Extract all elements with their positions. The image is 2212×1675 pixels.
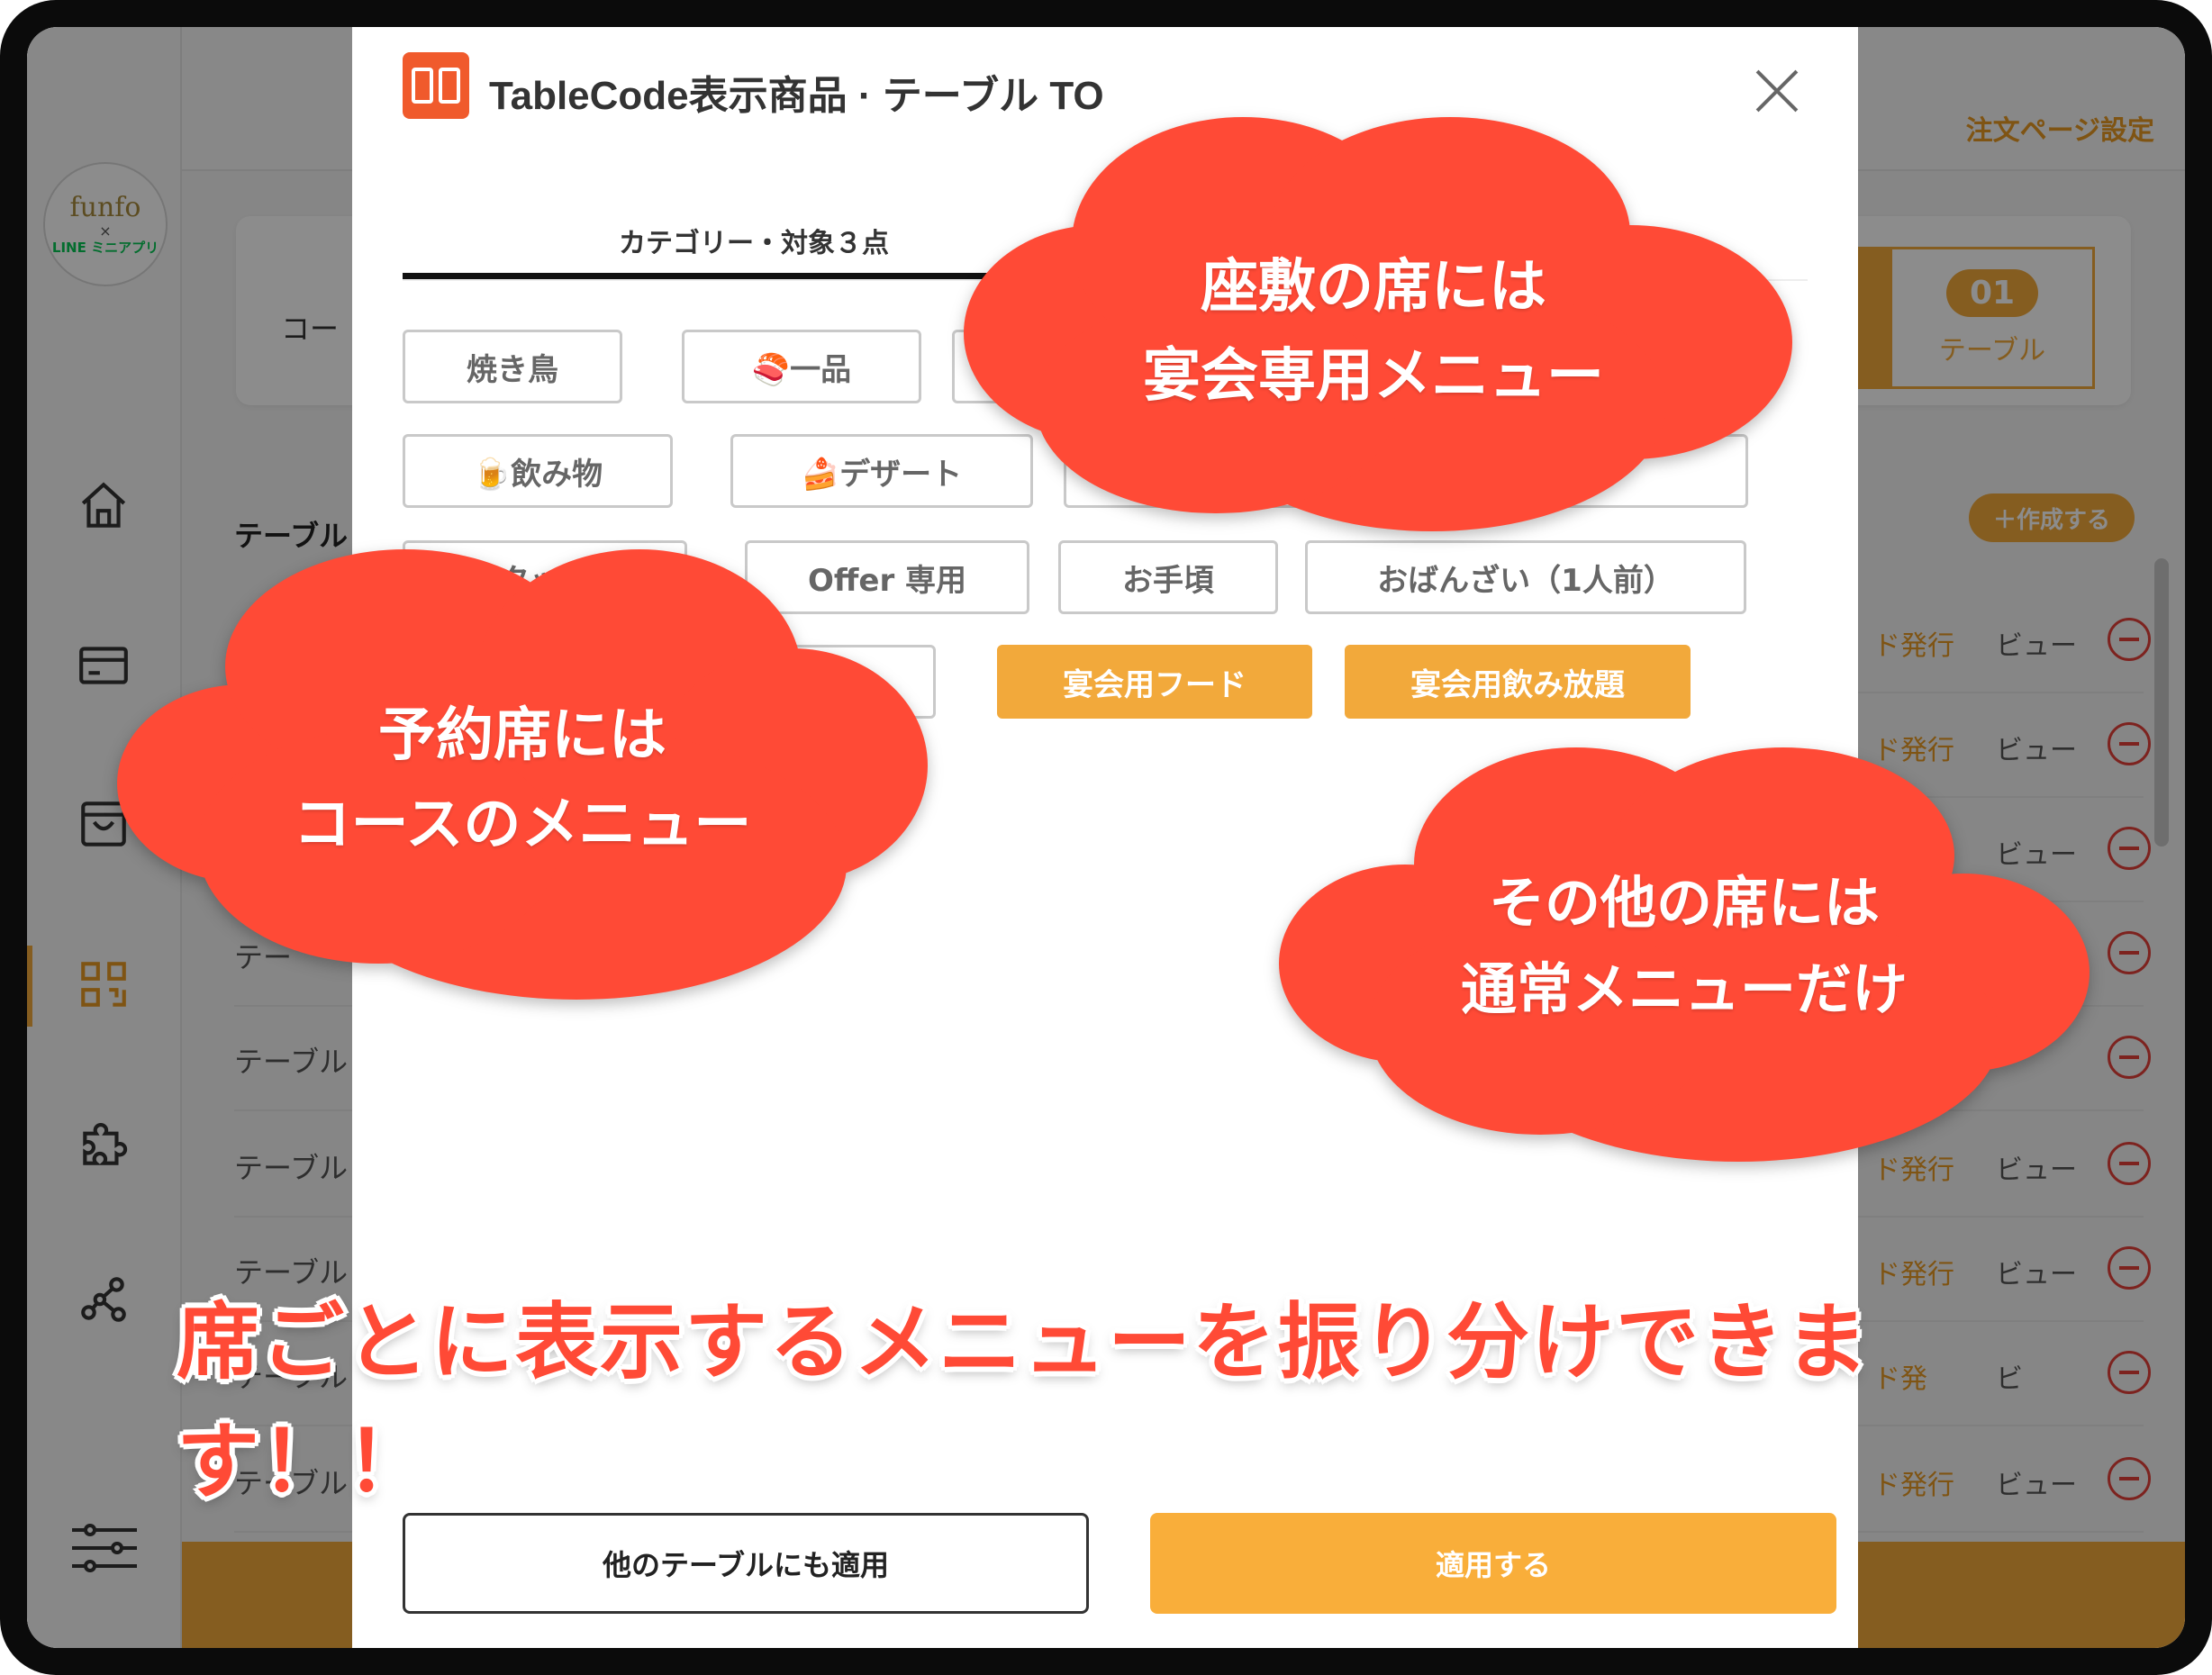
category-chip[interactable]: 焼き鳥 [403,330,622,403]
callout-sonota: その他の席には 通常メニューだけ [1270,720,2099,1171]
category-chip[interactable]: 宴会用飲み放題 [1345,645,1691,719]
callout-zashiki-line1: 座敷の席には [1201,254,1546,321]
callout-yoyaku-line2: コースのメニュー [293,792,752,859]
headline-banner: 席ごとに表示するメニューを振り分けできます！！ [177,1294,1871,1510]
tablecode-app-icon [403,52,469,119]
apply-button[interactable]: 適用する [1150,1513,1836,1614]
callout-sonota-line2: 通常メニューだけ [1460,956,1908,1023]
callout-zashiki-line2: 宴会専用メニュー [1143,343,1604,411]
callout-yoyaku-line1: 予約席には [378,702,666,769]
apply-to-other-tables-button[interactable]: 他のテーブルにも適用 [403,1513,1089,1614]
callout-yoyaku: 予約席には コースのメニュー [108,540,937,1009]
category-chip[interactable]: 宴会用フード [997,645,1312,719]
category-chip[interactable]: 🍺飲み物 [403,434,673,508]
category-chip[interactable]: おばんざい（1人前） [1305,540,1746,614]
category-chip[interactable]: お手頃 [1058,540,1278,614]
callout-sonota-line1: その他の席には [1488,870,1880,936]
callout-zashiki: 座敷の席には 宴会専用メニュー [946,108,1801,540]
category-chip[interactable]: 🍣一品 [682,330,921,403]
